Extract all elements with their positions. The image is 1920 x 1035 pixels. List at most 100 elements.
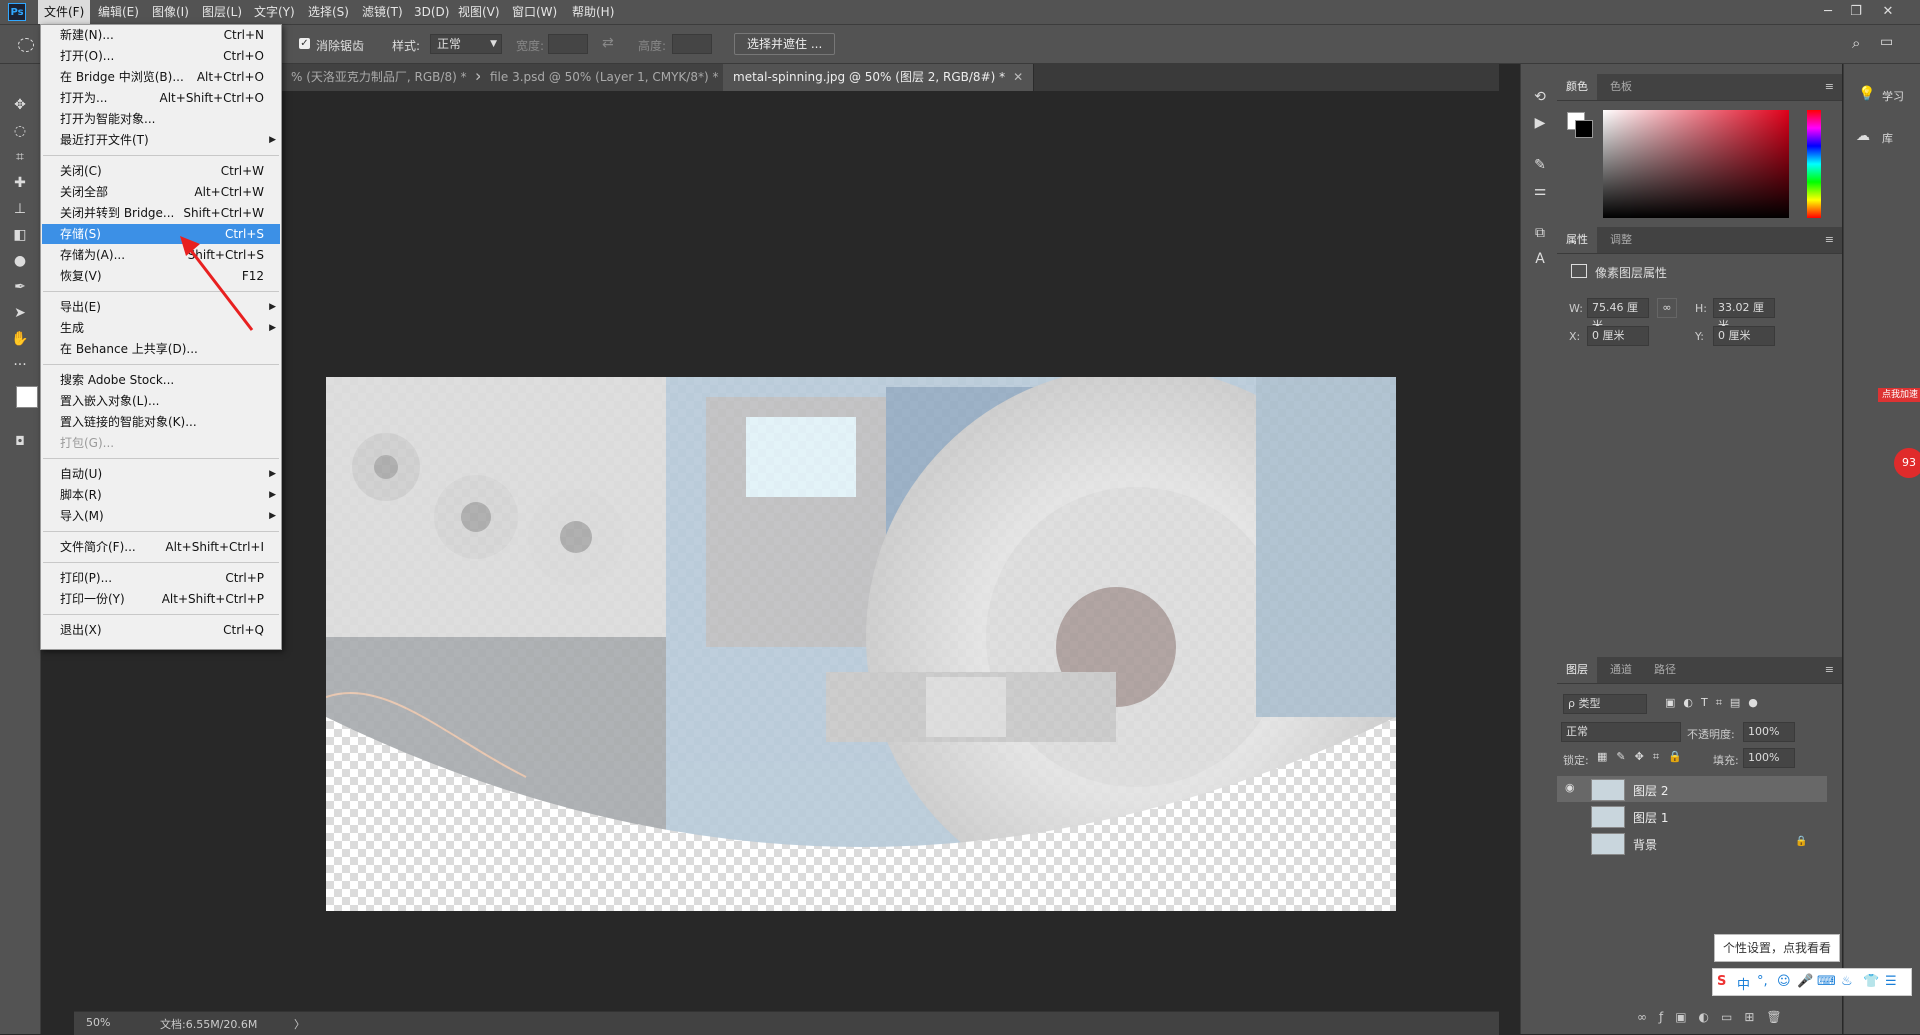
- zoom-level[interactable]: 50%: [86, 1016, 110, 1029]
- ime-language[interactable]: 中: [1737, 974, 1750, 993]
- menu-edit[interactable]: 编辑(E): [92, 0, 145, 24]
- speedup-badge[interactable]: 点我加速: [1878, 388, 1920, 402]
- hue-slider[interactable]: [1807, 110, 1821, 218]
- tab-swatches[interactable]: 色板: [1601, 74, 1641, 100]
- height-field[interactable]: 33.02 厘米: [1713, 298, 1775, 332]
- quick-mask-icon[interactable]: ◘: [8, 430, 32, 452]
- height-input[interactable]: [672, 34, 712, 54]
- foreground-color-swatch[interactable]: [16, 386, 38, 408]
- menu-item-place-embedded[interactable]: 置入嵌入对象(L)...: [42, 391, 280, 411]
- layer-filter-icons[interactable]: ▣◐T⌗▤●: [1665, 696, 1766, 710]
- lightbulb-icon[interactable]: 💡: [1858, 86, 1875, 102]
- layer-row[interactable]: 背景 🔒: [1557, 830, 1827, 856]
- layer-row[interactable]: ◉ 图层 2: [1557, 776, 1827, 802]
- move-tool-icon[interactable]: ✥: [8, 94, 32, 116]
- canvas-area[interactable]: [74, 91, 1499, 1011]
- menu-item-import[interactable]: 导入(M) ▶: [42, 506, 280, 526]
- eraser-tool-icon[interactable]: ◧: [8, 224, 32, 246]
- menu-select[interactable]: 选择(S): [302, 0, 355, 24]
- menu-item-browse-bridge[interactable]: 在 Bridge 中浏览(B)... Alt+Ctrl+O: [42, 67, 280, 87]
- tab-layers[interactable]: 图层: [1557, 657, 1597, 683]
- menu-type[interactable]: 文字(Y): [248, 0, 301, 24]
- menu-item-automate[interactable]: 自动(U) ▶: [42, 464, 280, 484]
- workspace-icon[interactable]: ▭: [1880, 34, 1893, 50]
- link-icon[interactable]: ∞: [1657, 298, 1677, 318]
- healing-brush-icon[interactable]: ✚: [8, 172, 32, 194]
- ime-tooltip[interactable]: 个性设置，点我看看: [1714, 934, 1840, 962]
- panel-menu-icon[interactable]: ≡: [1825, 80, 1834, 93]
- menu-3d[interactable]: 3D(D): [408, 0, 455, 24]
- y-field[interactable]: 0 厘米: [1713, 326, 1775, 346]
- tab-channels[interactable]: 通道: [1601, 657, 1641, 683]
- speed-ball-count[interactable]: 93: [1894, 448, 1920, 478]
- actions-play-icon[interactable]: ▶: [1529, 112, 1551, 134]
- menu-filter[interactable]: 滤镜(T): [356, 0, 409, 24]
- menu-layer[interactable]: 图层(L): [196, 0, 248, 24]
- menu-item-print-one[interactable]: 打印一份(Y) Alt+Shift+Ctrl+P: [42, 589, 280, 609]
- library-icon[interactable]: ☁: [1856, 128, 1870, 144]
- tab-adjustments[interactable]: 调整: [1601, 227, 1641, 253]
- history-icon[interactable]: ⟲: [1529, 86, 1551, 108]
- restore-button[interactable]: ❐: [1842, 0, 1870, 24]
- menu-item-place-linked[interactable]: 置入链接的智能对象(K)...: [42, 412, 280, 432]
- punctuation-icon[interactable]: °,: [1757, 974, 1768, 989]
- layer-actions-icons[interactable]: ∞ƒ▣◐▭⊞🗑: [1637, 1010, 1794, 1024]
- fill-field[interactable]: 100%: [1743, 748, 1795, 768]
- menu-window[interactable]: 窗口(W): [506, 0, 563, 24]
- menu-item-open-as[interactable]: 打开为... Alt+Shift+Ctrl+O: [42, 88, 280, 108]
- width-field[interactable]: 75.46 厘米: [1587, 298, 1649, 332]
- menu-item-close-all[interactable]: 关闭全部 Alt+Ctrl+W: [42, 182, 280, 202]
- close-button[interactable]: ✕: [1874, 0, 1902, 24]
- color-picker-field[interactable]: [1603, 110, 1789, 218]
- tab-document-2[interactable]: file 3.psd @ 50% (Layer 1, CMYK/8*) *✕: [480, 64, 748, 91]
- document-canvas[interactable]: [326, 377, 1396, 911]
- path-select-icon[interactable]: ➤: [8, 302, 32, 324]
- width-input[interactable]: [548, 34, 588, 54]
- opacity-field[interactable]: 100%: [1743, 722, 1795, 742]
- elliptical-marquee-icon[interactable]: [18, 38, 34, 52]
- lock-icons[interactable]: ▦✎✥⌗🔒: [1597, 750, 1691, 764]
- menu-item-print[interactable]: 打印(P)... Ctrl+P: [42, 568, 280, 588]
- menu-item-close[interactable]: 关闭(C) Ctrl+W: [42, 161, 280, 181]
- layer-row[interactable]: 图层 1: [1557, 803, 1827, 829]
- menu-item-open-smart-object[interactable]: 打开为智能对象...: [42, 109, 280, 129]
- swap-icon[interactable]: ⇄: [602, 35, 614, 51]
- crop-tool-icon[interactable]: ⌗: [8, 146, 32, 168]
- character-icon[interactable]: A: [1529, 248, 1551, 270]
- blur-tool-icon[interactable]: ●: [8, 250, 32, 272]
- tab-color[interactable]: 颜色: [1557, 74, 1597, 100]
- background-swatch[interactable]: [1575, 120, 1593, 138]
- menu-item-scripts[interactable]: 脚本(R) ▶: [42, 485, 280, 505]
- panel-menu-icon[interactable]: ≡: [1825, 233, 1834, 246]
- search-icon[interactable]: ⌕: [1852, 34, 1860, 52]
- menu-item-open[interactable]: 打开(O)... Ctrl+O: [42, 46, 280, 66]
- close-icon[interactable]: ✕: [1013, 70, 1023, 84]
- adjust-sliders-icon[interactable]: ⚌: [1529, 180, 1551, 202]
- more-tools-icon[interactable]: ···: [8, 354, 32, 376]
- menu-item-share-behance[interactable]: 在 Behance 上共享(D)...: [42, 339, 280, 359]
- menu-item-search-stock[interactable]: 搜索 Adobe Stock...: [42, 370, 280, 390]
- emoji-icon[interactable]: ☺: [1777, 974, 1791, 989]
- antialias-checkbox[interactable]: ✓: [299, 38, 310, 49]
- select-and-mask-button[interactable]: 选择并遮住 ...: [734, 33, 836, 55]
- skin-icon[interactable]: ♨: [1841, 974, 1853, 989]
- menu-view[interactable]: 视图(V): [452, 0, 506, 24]
- tab-document-3[interactable]: metal-spinning.jpg @ 50% (图层 2, RGB/8#) …: [723, 64, 1035, 91]
- tab-document-1[interactable]: % (天洛亚克力制品厂, RGB/8) *✕: [281, 64, 496, 91]
- shirt-icon[interactable]: 👕: [1863, 974, 1879, 989]
- tab-properties[interactable]: 属性: [1557, 227, 1597, 253]
- menu-item-new[interactable]: 新建(N)... Ctrl+N: [42, 25, 280, 45]
- status-arrow-icon[interactable]: 〉: [294, 1016, 305, 1032]
- pen-tool-icon[interactable]: ✒: [8, 276, 32, 298]
- ime-menu-icon[interactable]: ☰: [1885, 974, 1897, 989]
- blend-mode-select[interactable]: 正常: [1561, 722, 1681, 742]
- x-field[interactable]: 0 厘米: [1587, 326, 1649, 346]
- learn-label[interactable]: 学习: [1882, 88, 1904, 104]
- panel-menu-icon[interactable]: ≡: [1825, 663, 1834, 676]
- brush-settings-icon[interactable]: ✎: [1529, 154, 1551, 176]
- tab-paths[interactable]: 路径: [1645, 657, 1685, 683]
- menu-item-file-info[interactable]: 文件简介(F)... Alt+Shift+Ctrl+I: [42, 537, 280, 557]
- hand-tool-icon[interactable]: ✋: [8, 328, 32, 350]
- keyboard-icon[interactable]: ⌨: [1817, 974, 1836, 989]
- menu-item-close-go-bridge[interactable]: 关闭并转到 Bridge... Shift+Ctrl+W: [42, 203, 280, 223]
